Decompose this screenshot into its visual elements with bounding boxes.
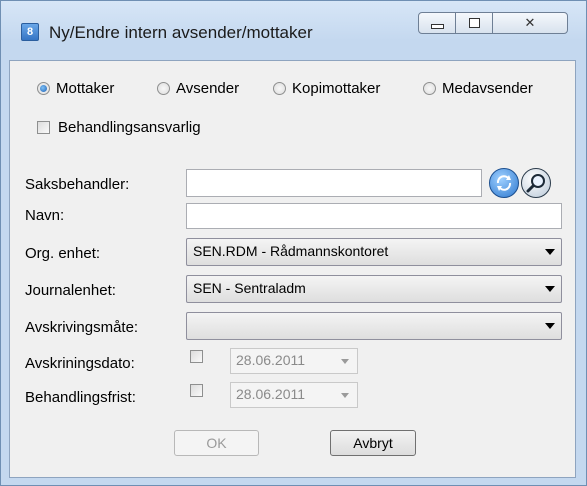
label-saksbehandler: Saksbehandler: xyxy=(25,176,130,193)
maximize-icon xyxy=(468,18,480,28)
radio-dot-selected xyxy=(37,82,50,95)
org-enhet-select[interactable]: SEN.RDM - Rådmannskontoret xyxy=(186,238,562,266)
app-icon: 8 xyxy=(21,23,39,41)
label-avskrivingsmate: Avskrivingsmåte: xyxy=(25,319,139,336)
radio-label: Avsender xyxy=(176,80,240,97)
search-button[interactable] xyxy=(521,168,551,198)
chevron-down-icon xyxy=(341,359,349,364)
checkbox-avskriningsdato[interactable] xyxy=(190,350,211,363)
journalenhet-value: SEN - Sentraladm xyxy=(193,280,306,296)
label-org-enhet: Org. enhet: xyxy=(25,245,101,262)
checkbox-behandlingsfrist[interactable] xyxy=(190,384,211,397)
navn-input[interactable] xyxy=(186,203,562,229)
window-title: Ny/Endre intern avsender/mottaker xyxy=(49,23,313,42)
ok-button[interactable]: OK xyxy=(174,430,259,456)
refresh-icon xyxy=(496,175,512,191)
search-icon xyxy=(526,174,545,193)
cancel-button[interactable]: Avbryt xyxy=(330,430,416,456)
refresh-button[interactable] xyxy=(489,168,519,198)
minimize-icon xyxy=(430,24,444,29)
avskrivingsmate-select[interactable] xyxy=(186,312,562,340)
label-behandlingsfrist: Behandlingsfrist: xyxy=(25,389,136,406)
radio-mottaker[interactable]: Mottaker xyxy=(37,80,114,97)
chevron-down-icon xyxy=(545,249,555,255)
journalenhet-select[interactable]: SEN - Sentraladm xyxy=(186,275,562,303)
label-avskriningsdato: Avskriningsdato: xyxy=(25,355,135,372)
checkbox-behandlingsansvarlig[interactable]: Behandlingsansvarlig xyxy=(37,119,201,136)
radio-kopimottaker[interactable]: Kopimottaker xyxy=(273,80,380,97)
checkbox-box xyxy=(37,121,50,134)
chevron-down-icon xyxy=(545,323,555,329)
radio-dot xyxy=(157,82,170,95)
radio-label: Medavsender xyxy=(442,80,533,97)
checkbox-label: Behandlingsansvarlig xyxy=(58,119,201,136)
chevron-down-icon xyxy=(545,286,555,292)
org-enhet-value: SEN.RDM - Rådmannskontoret xyxy=(193,243,389,259)
checkbox-box xyxy=(190,384,203,397)
radio-avsender[interactable]: Avsender xyxy=(157,80,239,97)
avskriningsdato-value: 28.06.2011 xyxy=(236,352,306,368)
checkbox-box xyxy=(190,350,203,363)
avskriningsdato-date-picker[interactable]: 28.06.2011 xyxy=(230,348,358,374)
label-navn: Navn: xyxy=(25,207,65,224)
radio-label: Kopimottaker xyxy=(292,80,381,97)
maximize-button[interactable] xyxy=(455,12,493,34)
title-bar[interactable]: 8 Ny/Endre intern avsender/mottaker ✕ xyxy=(1,1,586,45)
label-journalenhet: Journalenhet: xyxy=(25,282,116,299)
minimize-button[interactable] xyxy=(418,12,456,34)
saksbehandler-input[interactable] xyxy=(186,169,482,197)
radio-dot xyxy=(423,82,436,95)
close-button[interactable]: ✕ xyxy=(492,12,568,34)
behandlingsfrist-value: 28.06.2011 xyxy=(236,386,306,402)
radio-label: Mottaker xyxy=(56,80,115,97)
close-icon: ✕ xyxy=(524,15,536,30)
radio-medavsender[interactable]: Medavsender xyxy=(423,80,533,97)
radio-dot xyxy=(273,82,286,95)
behandlingsfrist-date-picker[interactable]: 28.06.2011 xyxy=(230,382,358,408)
chevron-down-icon xyxy=(341,393,349,398)
